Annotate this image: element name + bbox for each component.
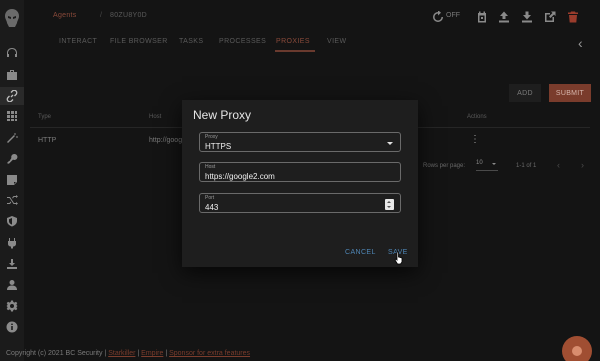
chevron-next-icon[interactable]: › (581, 160, 584, 170)
magic-wand-icon[interactable] (4, 130, 20, 146)
caret-down-icon (492, 163, 496, 165)
tab-file-browser[interactable]: FILE BROWSER (110, 38, 168, 45)
key-icon[interactable] (4, 151, 20, 167)
grid-icon[interactable] (4, 108, 20, 124)
port-field[interactable]: Port 443 (199, 193, 401, 213)
footer-link-sponsor[interactable]: Sponsor for extra features (169, 350, 250, 357)
mouse-pointer-icon (394, 251, 403, 265)
tab-bar: INTERACT FILE BROWSER TASKS PROCESSES PR… (24, 32, 600, 52)
headphones-icon[interactable] (4, 45, 20, 61)
pagination-range: 1-1 of 1 (516, 163, 537, 169)
tab-view[interactable]: VIEW (327, 38, 347, 45)
download-file-icon[interactable] (521, 10, 533, 23)
rows-per-page-select[interactable]: 10 (476, 160, 498, 171)
info-icon[interactable] (4, 319, 20, 335)
floating-action-button[interactable] (562, 336, 592, 361)
dialog-title: New Proxy (193, 108, 252, 122)
column-header-type[interactable]: Type (38, 114, 51, 120)
host-field[interactable]: Host https://google2.com (199, 162, 401, 182)
breadcrumb-agents[interactable]: Agents (53, 12, 77, 19)
host-label: Host (205, 164, 216, 170)
user-icon[interactable] (4, 277, 20, 293)
table-cell-host: http://goog (149, 137, 183, 144)
note-icon[interactable] (4, 172, 20, 188)
link-icon[interactable] (0, 87, 24, 105)
rows-per-page-label: Rows per page: (423, 163, 466, 169)
new-proxy-dialog: New Proxy Proxy HTTPS Host https://googl… (182, 100, 418, 267)
proxy-value: HTTPS (205, 142, 232, 151)
download-icon[interactable] (4, 256, 20, 272)
tab-tasks[interactable]: TASKS (179, 38, 203, 45)
auto-refresh-status[interactable]: OFF (446, 12, 460, 19)
breadcrumb-separator: / (100, 12, 103, 19)
tab-interact[interactable]: INTERACT (59, 38, 97, 45)
calendar-icon[interactable] (476, 10, 488, 23)
add-button[interactable]: ADD (509, 84, 541, 102)
shield-icon[interactable] (4, 213, 20, 229)
proxy-label: Proxy (205, 134, 218, 140)
footer-copyright: Copyright (c) 2021 BC Security | (6, 350, 107, 357)
rows-per-page-value: 10 (476, 160, 483, 166)
open-external-icon[interactable] (544, 10, 556, 22)
refresh-icon[interactable] (432, 10, 444, 22)
table-cell-type: HTTP (38, 137, 57, 144)
footer-link-starkiller[interactable]: Starkiller (108, 350, 135, 357)
footer-separator-2: | (165, 350, 168, 357)
chevron-prev-icon[interactable]: ‹ (557, 160, 560, 170)
footer: Copyright (c) 2021 BC Security | Starkil… (6, 350, 250, 357)
port-label: Port (205, 195, 215, 201)
submit-button[interactable]: SUBMIT (549, 84, 591, 102)
shuffle-icon[interactable] (4, 192, 20, 208)
chevron-left-icon[interactable]: ‹ (578, 35, 583, 51)
active-tab-indicator (275, 50, 315, 52)
plug-icon[interactable] (4, 235, 20, 251)
more-vertical-icon[interactable]: ⋮ (470, 134, 480, 145)
footer-link-empire[interactable]: Empire (141, 350, 163, 357)
caret-down-icon (387, 142, 393, 145)
column-header-actions: Actions (467, 114, 487, 120)
host-value: https://google2.com (205, 172, 275, 181)
briefcase-icon[interactable] (4, 67, 20, 83)
sidebar (0, 0, 24, 361)
footer-separator: | (137, 350, 140, 357)
port-value: 443 (205, 203, 219, 212)
number-stepper[interactable] (385, 199, 394, 210)
column-header-host[interactable]: Host (149, 114, 161, 120)
upload-icon[interactable] (498, 10, 510, 23)
top-bar: Agents / 80ZU8Y0D (24, 0, 600, 32)
breadcrumb-current: 80ZU8Y0D (110, 12, 148, 19)
empire-logo-icon (5, 9, 19, 27)
tab-proxies[interactable]: PROXIES (276, 38, 310, 45)
proxy-select[interactable]: Proxy HTTPS (199, 132, 401, 152)
delete-icon[interactable] (567, 10, 579, 23)
cancel-button[interactable]: CANCEL (345, 249, 376, 256)
gear-icon[interactable] (4, 298, 20, 314)
tab-processes[interactable]: PROCESSES (219, 38, 266, 45)
